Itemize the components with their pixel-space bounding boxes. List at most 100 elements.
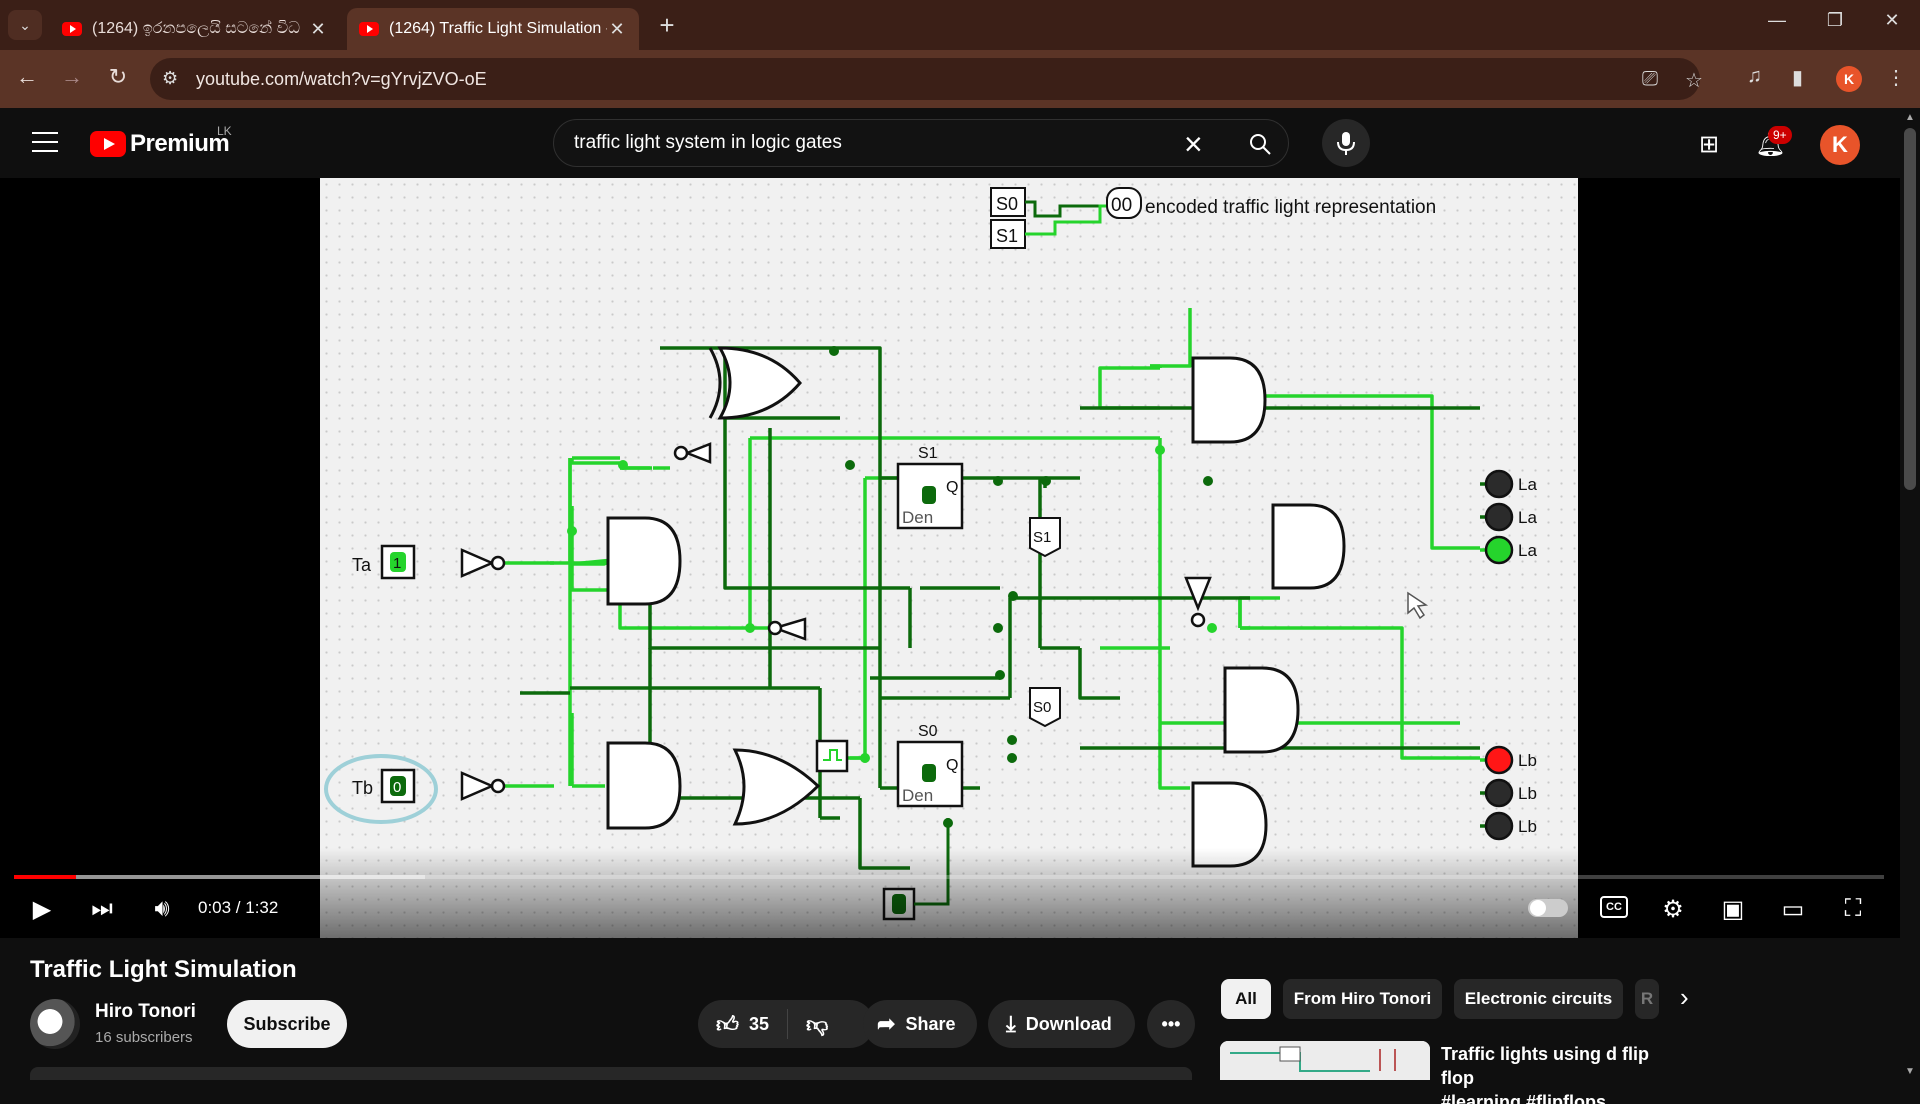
youtube-header: Premium LK × ⊞ 🔔︎ 9+ K bbox=[0, 108, 1900, 178]
address-bar[interactable]: ⚙ youtube.com/watch?v=gYrvjZVO-oE ⎚ ☆ bbox=[150, 58, 1703, 100]
tb-label: Tb bbox=[352, 778, 373, 798]
chip-from-channel[interactable]: From Hiro Tonori bbox=[1283, 979, 1442, 1019]
site-settings-icon[interactable]: ⚙ bbox=[162, 68, 178, 89]
channel-avatar[interactable] bbox=[30, 999, 80, 1049]
scroll-up-arrow-icon[interactable]: ▲ bbox=[1905, 112, 1915, 123]
video-title: Traffic Light Simulation bbox=[30, 956, 297, 983]
back-icon[interactable]: ← bbox=[12, 64, 42, 90]
svg-text:Q: Q bbox=[946, 479, 958, 496]
download-button[interactable]: ⤓ Download bbox=[988, 1000, 1135, 1048]
recommended-video-thumbnail[interactable] bbox=[1220, 1041, 1430, 1080]
like-count: 35 bbox=[749, 1013, 770, 1034]
svg-text:S1: S1 bbox=[1033, 529, 1051, 546]
tab-search-dropdown-icon[interactable]: ⌄ bbox=[8, 10, 42, 40]
dislike-button[interactable]: 👎︎ bbox=[788, 1011, 856, 1038]
svg-text:S1: S1 bbox=[918, 445, 938, 462]
ta-value: 1 bbox=[393, 555, 401, 572]
lb-label: Lb bbox=[1518, 784, 1537, 803]
close-window-icon[interactable]: ✕ bbox=[1872, 10, 1912, 31]
recommended-video-title[interactable]: Traffic lights using d flip flop #learni… bbox=[1441, 1042, 1681, 1104]
country-code: LK bbox=[217, 124, 232, 138]
tab-title: (1264) ඉරනපලෙයි සටනේ විධ bbox=[92, 20, 300, 37]
youtube-premium-logo[interactable]: Premium bbox=[90, 130, 230, 158]
and-gate bbox=[1191, 356, 1267, 444]
la-label: La bbox=[1518, 541, 1537, 560]
browser-menu-icon[interactable]: ⋮ bbox=[1886, 65, 1906, 90]
video-player[interactable]: S0 S1 00 encoded traffic light represent… bbox=[0, 178, 1900, 938]
thumbs-down-icon: 👎︎ bbox=[806, 1011, 829, 1037]
miniplayer-icon[interactable]: ▣ bbox=[1713, 895, 1753, 924]
download-icon: ⤓ bbox=[1006, 1011, 1016, 1036]
lb-label: Lb bbox=[1518, 817, 1537, 836]
clear-search-icon[interactable]: × bbox=[1184, 126, 1203, 163]
new-tab-button[interactable]: + bbox=[652, 10, 682, 41]
tb-value: 0 bbox=[393, 779, 401, 796]
more-horizontal-icon: ••• bbox=[1161, 1013, 1181, 1034]
browser-tab-strip: ⌄ (1264) ඉරනපලෙයි සටනේ විධ ✕ (1264) Traf… bbox=[0, 0, 1920, 50]
description-box[interactable] bbox=[30, 1067, 1192, 1080]
page-scrollbar[interactable]: ▲ ▼ bbox=[1900, 108, 1920, 1080]
url-text[interactable]: youtube.com/watch?v=gYrvjZVO-oE bbox=[196, 69, 487, 90]
search-icon[interactable] bbox=[1240, 128, 1280, 160]
volume-icon[interactable]: 🔊︎ bbox=[142, 895, 182, 923]
play-icon[interactable]: ▶ bbox=[22, 895, 62, 924]
la-label: La bbox=[1518, 508, 1537, 527]
la-light-1 bbox=[1484, 469, 1514, 499]
hamburger-menu-icon[interactable] bbox=[32, 132, 58, 159]
forward-icon[interactable]: → bbox=[57, 64, 87, 90]
create-video-icon[interactable]: ⊞ bbox=[1694, 130, 1724, 159]
captions-icon[interactable]: CC bbox=[1600, 896, 1628, 918]
chevron-right-icon[interactable]: › bbox=[1680, 982, 1689, 1013]
and-gate bbox=[606, 516, 682, 606]
side-panel-icon[interactable]: ▮ bbox=[1792, 65, 1803, 90]
or-gate bbox=[732, 748, 821, 826]
fullscreen-icon[interactable]: ⛶ bbox=[1833, 895, 1873, 923]
next-video-icon[interactable]: ⏭ bbox=[82, 895, 122, 923]
la-light-2 bbox=[1484, 502, 1514, 532]
browser-tab-active[interactable]: (1264) Traffic Light Simulation - ✕ bbox=[347, 8, 639, 50]
ta-label: Ta bbox=[352, 555, 372, 575]
browser-profile-avatar[interactable]: K bbox=[1836, 66, 1862, 92]
channel-name[interactable]: Hiro Tonori bbox=[95, 1001, 196, 1023]
restore-icon[interactable]: ❐ bbox=[1815, 10, 1855, 31]
clock-input bbox=[815, 739, 849, 773]
reload-icon[interactable]: ↻ bbox=[103, 64, 133, 90]
bookmark-star-icon[interactable]: ☆ bbox=[1685, 68, 1703, 93]
chip-electronic-circuits[interactable]: Electronic circuits bbox=[1454, 979, 1623, 1019]
lb-label: Lb bbox=[1518, 751, 1537, 770]
chip-all[interactable]: All bbox=[1221, 979, 1271, 1019]
progress-bar[interactable] bbox=[14, 875, 1884, 879]
search-input[interactable] bbox=[574, 132, 1174, 154]
la-label: La bbox=[1518, 475, 1537, 494]
logic-circuit-diagram: S0 S1 00 encoded traffic light represent… bbox=[324, 187, 1537, 921]
buffer-gate bbox=[460, 548, 496, 578]
buffer-gate bbox=[460, 771, 496, 801]
scroll-down-arrow-icon[interactable]: ▼ bbox=[1905, 1066, 1915, 1077]
share-label: Share bbox=[905, 1013, 956, 1034]
browser-tab-inactive[interactable]: (1264) ඉරනපලෙයි සටනේ විධ ✕ bbox=[50, 8, 340, 50]
flip-flop-s1: S1 Q Den bbox=[896, 445, 964, 530]
close-tab-icon[interactable]: ✕ bbox=[607, 19, 627, 40]
minimize-icon[interactable]: — bbox=[1757, 10, 1797, 31]
hand-cursor-icon bbox=[1407, 591, 1429, 620]
theater-mode-icon[interactable]: ▭ bbox=[1773, 895, 1813, 924]
code-label: 00 bbox=[1111, 195, 1132, 216]
video-frame-logic-circuit[interactable]: S0 S1 00 encoded traffic light represent… bbox=[320, 178, 1578, 938]
install-app-icon[interactable]: ⎚ bbox=[1642, 68, 1658, 91]
scrollbar-thumb[interactable] bbox=[1904, 128, 1916, 490]
not-gate bbox=[673, 442, 712, 464]
chip-truncated[interactable]: R bbox=[1635, 979, 1659, 1019]
more-actions-button[interactable]: ••• bbox=[1147, 1000, 1195, 1048]
media-control-icon[interactable]: ♫ bbox=[1747, 65, 1762, 88]
settings-gear-icon[interactable]: ⚙ bbox=[1653, 895, 1693, 924]
close-tab-icon[interactable]: ✕ bbox=[308, 19, 328, 40]
svg-text:Den: Den bbox=[902, 508, 933, 527]
account-avatar[interactable]: K bbox=[1820, 125, 1860, 165]
share-button[interactable]: ➦ Share bbox=[863, 1000, 977, 1048]
and-gate bbox=[1223, 666, 1300, 754]
autoplay-toggle[interactable] bbox=[1528, 899, 1568, 917]
voice-search-mic-icon[interactable] bbox=[1322, 119, 1370, 167]
subscribe-button[interactable]: Subscribe bbox=[227, 1000, 347, 1048]
like-button[interactable]: 👍︎ 35 bbox=[698, 1009, 789, 1039]
youtube-favicon-icon bbox=[62, 22, 82, 36]
